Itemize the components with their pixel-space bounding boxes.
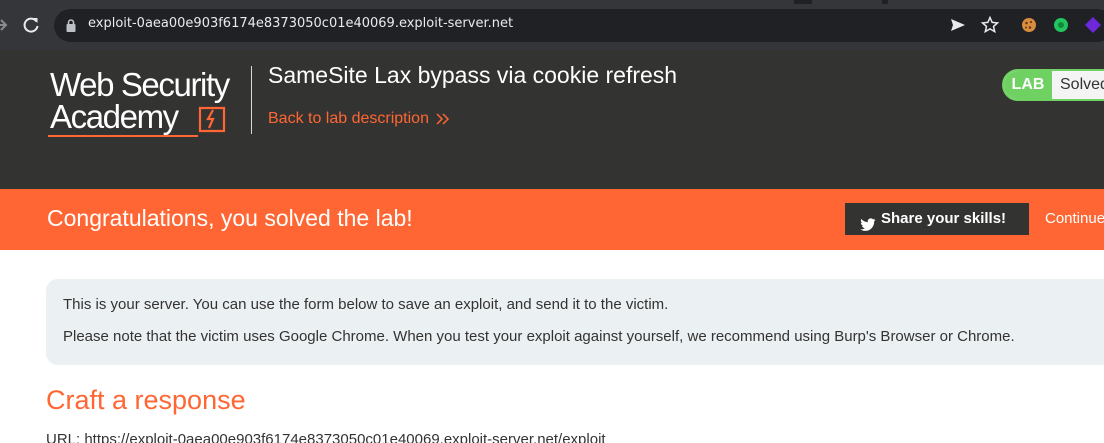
cookie-extension-icon[interactable] [1020, 16, 1038, 34]
tab-strip [0, 0, 1104, 4]
academy-logo-icon [197, 104, 227, 134]
lab-status-badge: LAB Solved [1002, 69, 1104, 101]
double-chevron-right-icon[interactable] [436, 111, 450, 127]
congratulations-message: Congratulations, you solved the lab! [47, 205, 413, 231]
url-text[interactable]: exploit-0aea00e903f6174e8373050c01e40069… [88, 16, 513, 31]
star-icon[interactable] [980, 15, 1000, 35]
twitter-icon [860, 212, 876, 231]
tab-edge[interactable] [888, 0, 1104, 4]
share-button-label: Share your skills! [881, 210, 1007, 227]
logo-underline [48, 135, 198, 137]
send-icon[interactable] [948, 15, 968, 35]
server-info-box [46, 279, 1104, 365]
purple-extension-icon[interactable] [1084, 16, 1102, 34]
lab-title: SameSite Lax bypass via cookie refresh [268, 62, 678, 88]
continue-learning-link[interactable]: Continue [1045, 210, 1104, 227]
web-security-academy-logo[interactable]: Web Security Academy [48, 68, 248, 140]
tab-edge[interactable] [812, 0, 882, 4]
craft-response-heading: Craft a response [46, 385, 246, 415]
back-to-lab-description-link[interactable]: Back to lab description [268, 110, 429, 128]
exploit-url-label: URL: https://exploit-0aea00e903f6174e837… [46, 431, 606, 443]
lab-status-text: Solved [1060, 76, 1104, 93]
forward-icon[interactable] [0, 15, 14, 35]
victim-browser-note: Please note that the victim uses Google … [63, 328, 1015, 345]
logo-text-line2: Academy [50, 98, 179, 135]
lock-icon[interactable] [66, 19, 76, 32]
reload-icon[interactable] [20, 14, 42, 36]
logo-text-line1: Web Security [50, 66, 230, 103]
share-your-skills-button[interactable]: Share your skills! [845, 203, 1029, 235]
active-tab-edge[interactable] [0, 0, 794, 4]
green-extension-icon[interactable] [1052, 16, 1070, 34]
lab-badge-label: LAB [1004, 71, 1052, 99]
server-info-text: This is your server. You can use the for… [63, 296, 669, 313]
header-divider [251, 66, 252, 134]
